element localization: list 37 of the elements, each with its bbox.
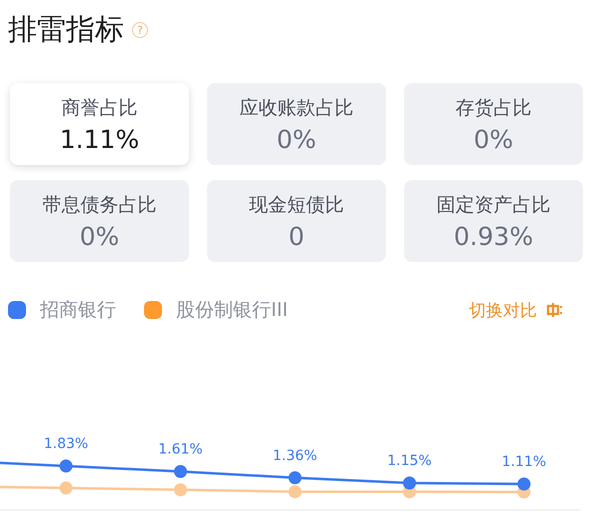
data-point [403, 476, 416, 490]
metric-value: 0% [80, 222, 120, 250]
data-point [288, 485, 302, 498]
line-stub [0, 486, 60, 490]
metric-card[interactable]: 存货占比 0% [404, 83, 583, 165]
data-label: 1.36% [272, 448, 318, 464]
data-point [288, 471, 302, 484]
data-point [60, 482, 72, 494]
legend-label: 股份制银行III [176, 298, 288, 323]
metric-value: 0% [474, 124, 514, 154]
data-point [174, 483, 187, 496]
metric-card[interactable]: 应收账款占比 0% [207, 83, 386, 165]
metric-card[interactable]: 商誉占比 1.11% [10, 83, 189, 165]
metric-label: 带息债务占比 [42, 192, 156, 218]
metric-value: 1.11% [60, 124, 140, 154]
metric-card[interactable]: 现金短债比 0 [207, 180, 386, 262]
data-label: 1.11% [502, 454, 546, 470]
data-label: 1.15% [387, 453, 432, 469]
metric-label: 应收账款占比 [240, 96, 354, 120]
metric-card[interactable]: 带息债务占比 0% [10, 180, 189, 262]
data-point [174, 465, 187, 478]
metric-label: 商誉占比 [62, 96, 138, 120]
line-stub [0, 462, 60, 467]
metric-card[interactable]: 固定资产占比 0.93% [404, 180, 583, 262]
legend-label: 招商银行 [40, 298, 116, 323]
data-point [518, 478, 530, 490]
data-point [60, 460, 72, 472]
switch-icon [545, 300, 565, 320]
metric-label: 存货占比 [456, 96, 532, 120]
metric-label: 现金短债比 [249, 192, 344, 218]
page-title: 排雷指标 [8, 11, 124, 48]
metric-value: 0% [276, 124, 316, 154]
metric-label: 固定资产占比 [436, 192, 550, 218]
data-label: 1.83% [44, 436, 88, 452]
data-label: 1.61% [158, 442, 203, 458]
metric-value: 0 [288, 222, 304, 250]
metric-value: 0.93% [454, 222, 534, 250]
